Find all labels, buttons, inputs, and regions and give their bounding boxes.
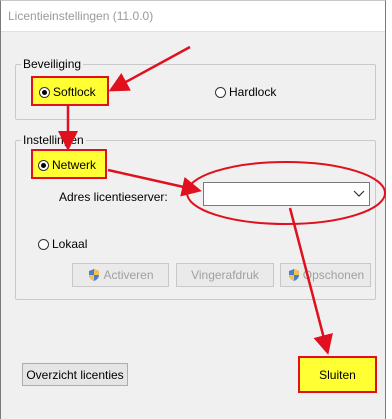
- softlock-label: Softlock: [53, 85, 96, 99]
- radio-icon: [38, 159, 49, 171]
- local-radio[interactable]: Lokaal: [38, 237, 87, 251]
- network-label: Netwerk: [52, 158, 97, 172]
- fingerprint-button[interactable]: Vingerafdruk: [176, 263, 274, 287]
- activate-label: Activeren: [103, 268, 154, 282]
- license-overview-label: Overzicht licenties: [26, 367, 124, 382]
- activate-button[interactable]: Activeren: [72, 263, 169, 287]
- shield-icon: [89, 269, 100, 281]
- security-group-label: Beveiliging: [21, 57, 84, 71]
- settings-group-label: Instellingen: [21, 133, 86, 147]
- radio-icon: [215, 86, 226, 98]
- license-server-label: Adres licentieserver:: [59, 190, 168, 204]
- cleanup-button[interactable]: Opschonen: [280, 263, 371, 287]
- license-overview-button[interactable]: Overzicht licenties: [22, 363, 128, 386]
- hardlock-radio[interactable]: Hardlock: [215, 85, 276, 99]
- close-button[interactable]: Sluiten: [298, 356, 377, 393]
- radio-icon: [39, 86, 50, 98]
- network-radio[interactable]: Netwerk: [38, 158, 96, 172]
- softlock-radio[interactable]: Softlock: [39, 85, 96, 99]
- local-label: Lokaal: [52, 237, 88, 251]
- radio-icon: [38, 238, 49, 250]
- cleanup-label: Opschonen: [302, 268, 365, 282]
- close-label: Sluiten: [319, 367, 356, 382]
- license-server-combobox[interactable]: [203, 182, 370, 206]
- shield-icon: [288, 269, 299, 281]
- hardlock-label: Hardlock: [229, 85, 277, 99]
- window-title: Licentieinstellingen (11.0.0): [8, 9, 154, 23]
- title-bar: Licentieinstellingen (11.0.0): [1, 1, 385, 32]
- fingerprint-label: Vingerafdruk: [191, 268, 259, 282]
- license-settings-window: Licentieinstellingen (11.0.0) Beveiligin…: [0, 0, 386, 419]
- chevron-down-icon[interactable]: [353, 188, 365, 198]
